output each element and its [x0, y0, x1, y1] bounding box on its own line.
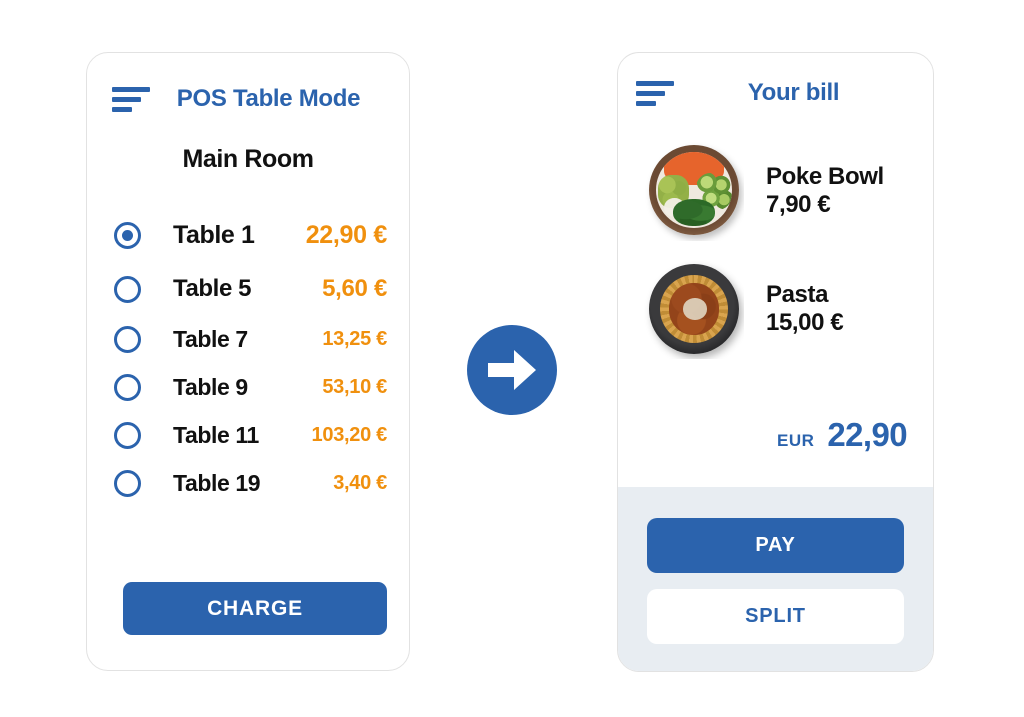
bill-total: EUR 22,90 [777, 416, 908, 454]
table-name: Table 5 [173, 275, 252, 302]
bill-item-name: Pasta [766, 280, 829, 308]
table-row[interactable]: Table 5 5,60 € [114, 263, 387, 315]
arrow-right-icon [467, 325, 557, 415]
bill-item-text: Pasta 15,00 € [766, 280, 844, 338]
bill-item[interactable]: Pasta 15,00 € [644, 259, 915, 359]
split-button[interactable]: SPLIT [647, 589, 904, 644]
charge-button[interactable]: CHARGE [123, 582, 387, 635]
bill-item-price: 15,00 € [766, 309, 844, 336]
pay-button[interactable]: PAY [647, 518, 904, 573]
your-bill-card: Your bill Poke Bowl 7,90 € Pasta 15,00 €… [617, 52, 934, 672]
table-radio-9[interactable] [114, 374, 141, 401]
bill-title: Your bill [747, 79, 840, 106]
table-name: Table 19 [173, 470, 261, 496]
hamburger-bar-3 [636, 100, 656, 106]
table-amount: 3,40 € [333, 472, 387, 494]
table-name: Table 11 [173, 422, 259, 448]
hamburger-bar-2 [112, 96, 141, 102]
table-row[interactable]: Table 9 53,10 € [114, 364, 387, 411]
bill-item-price: 7,90 € [766, 191, 831, 218]
pasta-photo [644, 259, 744, 359]
table-row[interactable]: Table 19 3,40 € [114, 460, 387, 507]
bill-header: Your bill [636, 79, 913, 107]
table-amount: 103,20 € [311, 424, 388, 446]
bill-item[interactable]: Poke Bowl 7,90 € [644, 141, 915, 241]
pos-table-mode-card: POS Table Mode Main Room Table 1 22,90 €… [86, 52, 410, 671]
hamburger-bar-1 [112, 86, 150, 92]
table-radio-7[interactable] [114, 326, 141, 353]
table-amount: 22,90 € [305, 220, 388, 249]
bill-item-text: Poke Bowl 7,90 € [766, 163, 884, 220]
hamburger-bar-2 [636, 90, 665, 96]
table-radio-11[interactable] [114, 422, 141, 449]
room-title: Main Room [182, 145, 314, 173]
table-radio-19[interactable] [114, 470, 141, 497]
hamburger-bar-3 [112, 106, 132, 112]
table-list: Table 1 22,90 € Table 5 5,60 € Table 7 1… [114, 208, 387, 508]
total-amount: 22,90 [827, 416, 907, 453]
bill-actions-footer: PAY SPLIT [618, 487, 933, 671]
pos-title: POS Table Mode [176, 85, 361, 112]
table-amount: 53,10 € [322, 376, 387, 398]
table-row[interactable]: Table 11 103,20 € [114, 412, 387, 459]
total-currency: EUR [777, 431, 815, 450]
table-amount: 13,25 € [322, 328, 387, 350]
table-name: Table 1 [173, 220, 255, 249]
bill-item-name: Poke Bowl [766, 162, 884, 190]
pos-header: POS Table Mode [112, 85, 387, 113]
table-name: Table 7 [173, 326, 248, 352]
poke-bowl-photo [644, 141, 744, 241]
bill-item-list: Poke Bowl 7,90 € Pasta 15,00 € [644, 141, 915, 377]
hamburger-icon[interactable] [112, 86, 150, 112]
table-row[interactable]: Table 7 13,25 € [114, 316, 387, 363]
radio-dot [122, 229, 133, 241]
table-amount: 5,60 € [322, 275, 387, 302]
table-radio-1[interactable] [114, 221, 141, 249]
table-name: Table 9 [173, 374, 248, 400]
table-row[interactable]: Table 1 22,90 € [114, 208, 387, 262]
table-radio-5[interactable] [114, 275, 141, 303]
hamburger-icon[interactable] [636, 80, 674, 106]
hamburger-bar-1 [636, 80, 674, 86]
